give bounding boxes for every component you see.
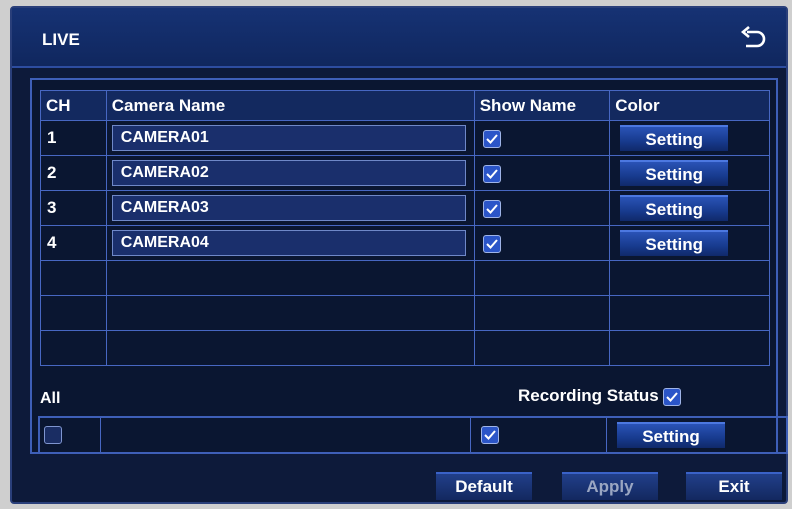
show-name-checkbox[interactable]	[482, 199, 501, 218]
title-bar: LIVE	[12, 8, 786, 68]
all-color-setting-button[interactable]: Setting	[617, 422, 725, 448]
exit-button[interactable]: Exit	[686, 472, 782, 500]
camera-table: CH Camera Name Show Name Color 1 CAMERA0…	[40, 90, 770, 366]
row-ch: 1	[40, 120, 107, 156]
header-camera-name: Camera Name	[105, 90, 475, 121]
all-select-checkbox[interactable]	[44, 426, 62, 444]
row-ch: 3	[40, 190, 107, 226]
footer-bar: Default Apply Exit	[12, 470, 786, 502]
recording-status: Recording Status	[518, 386, 681, 406]
recording-status-label: Recording Status	[518, 386, 659, 405]
color-setting-button[interactable]: Setting	[620, 160, 729, 186]
table-row: 3 CAMERA03 Setting	[40, 190, 770, 226]
live-settings-window: LIVE CH Camera Name Show Name Color 1 CA…	[10, 6, 788, 504]
window-title: LIVE	[42, 30, 80, 49]
color-setting-button[interactable]: Setting	[620, 125, 729, 151]
row-ch: 4	[40, 225, 107, 261]
show-name-checkbox[interactable]	[482, 129, 501, 148]
camera-name-field[interactable]: CAMERA03	[111, 195, 466, 221]
header-ch: CH	[40, 90, 107, 121]
all-show-name-checkbox[interactable]	[481, 426, 499, 444]
color-setting-button[interactable]: Setting	[620, 195, 729, 221]
camera-name-field[interactable]: CAMERA04	[111, 230, 466, 256]
table-row-empty	[40, 295, 770, 331]
header-color: Color	[609, 90, 770, 121]
row-ch: 2	[40, 155, 107, 191]
divider	[100, 418, 101, 452]
table-row: 4 CAMERA04 Setting	[40, 225, 770, 261]
back-icon[interactable]	[738, 24, 766, 52]
all-label: All	[40, 390, 61, 407]
camera-name-field[interactable]: CAMERA01	[111, 125, 466, 151]
header-show-name: Show Name	[473, 90, 611, 121]
table-row-empty	[40, 330, 770, 366]
default-button[interactable]: Default	[436, 472, 532, 500]
show-name-checkbox[interactable]	[482, 234, 501, 253]
divider	[606, 418, 607, 452]
table-row: 1 CAMERA01 Setting	[40, 120, 770, 156]
recording-status-checkbox[interactable]	[662, 387, 681, 406]
table-row-empty	[40, 260, 770, 296]
all-row: Setting	[38, 416, 788, 454]
camera-name-field[interactable]: CAMERA02	[111, 160, 466, 186]
show-name-checkbox[interactable]	[482, 164, 501, 183]
apply-button[interactable]: Apply	[562, 472, 658, 500]
table-row: 2 CAMERA02 Setting	[40, 155, 770, 191]
color-setting-button[interactable]: Setting	[620, 230, 729, 256]
divider	[470, 418, 471, 452]
table-header-row: CH Camera Name Show Name Color	[40, 90, 770, 121]
